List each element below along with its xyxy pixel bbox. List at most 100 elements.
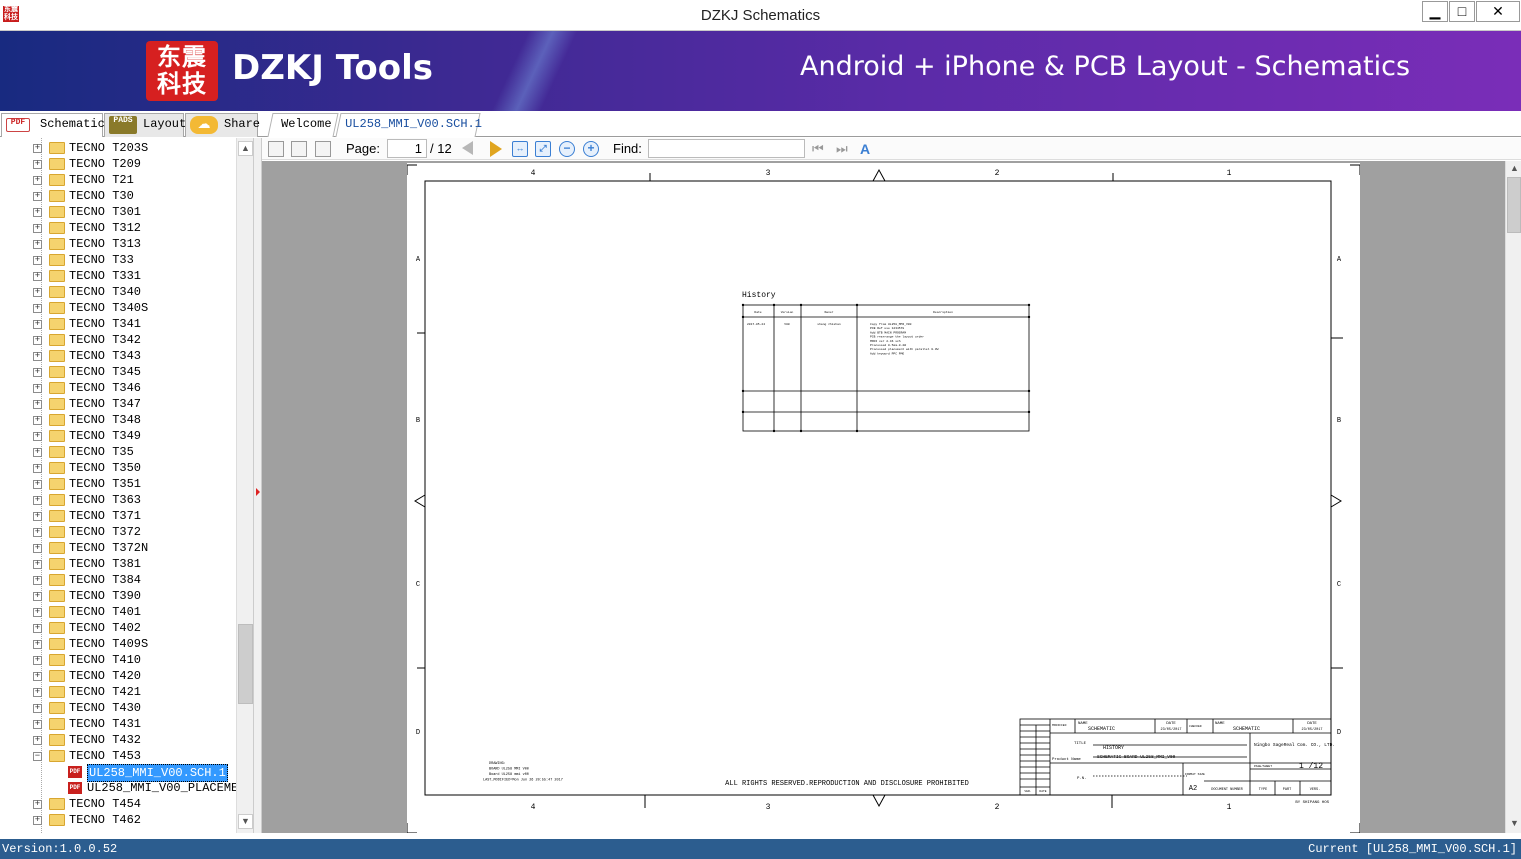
tree-folder-item[interactable]: + TECNO T350 — [0, 460, 236, 476]
expand-icon[interactable]: + — [33, 640, 42, 649]
expand-icon[interactable]: + — [33, 352, 42, 361]
expand-icon[interactable]: + — [33, 720, 42, 729]
tree-folder-item[interactable]: + TECNO T35 — [0, 444, 236, 460]
expand-icon[interactable]: + — [33, 416, 42, 425]
close-button[interactable]: ✕ — [1476, 1, 1520, 22]
tree-folder-item[interactable]: + TECNO T410 — [0, 652, 236, 668]
expand-icon[interactable]: + — [33, 496, 42, 505]
expand-icon[interactable]: + — [33, 560, 42, 569]
tree-folder-item[interactable]: + TECNO T340 — [0, 284, 236, 300]
tree-folder-item[interactable]: + TECNO T209 — [0, 156, 236, 172]
expand-icon[interactable]: + — [33, 384, 42, 393]
expand-icon[interactable]: + — [33, 272, 42, 281]
expand-icon[interactable]: + — [33, 144, 42, 153]
tree-folder-item[interactable]: + TECNO T349 — [0, 428, 236, 444]
viewer-scrollbar[interactable]: ▲ ▼ — [1505, 161, 1521, 833]
expand-icon[interactable]: + — [33, 368, 42, 377]
tree-folder-item[interactable]: + TECNO T30 — [0, 188, 236, 204]
tree-scrollbar[interactable]: ▲ ▼ — [236, 138, 253, 833]
tree-folder-item[interactable]: + TECNO T312 — [0, 220, 236, 236]
doc-tab-welcome[interactable]: Welcome — [267, 113, 339, 137]
expand-icon[interactable]: + — [33, 656, 42, 665]
copy-page-icon[interactable] — [291, 141, 307, 157]
viewer-scroll-thumb[interactable] — [1507, 177, 1521, 233]
tree-folder-item[interactable]: + TECNO T431 — [0, 716, 236, 732]
tree-folder-item[interactable]: + TECNO T301 — [0, 204, 236, 220]
page-input[interactable]: 1 — [387, 139, 427, 158]
tree-folder-item[interactable]: + TECNO T430 — [0, 700, 236, 716]
tree-folder-item[interactable]: + TECNO T346 — [0, 380, 236, 396]
tree-file-item[interactable]: PDF UL258_MMI_V00.SCH.1 — [0, 764, 236, 782]
tree-folder-item[interactable]: + TECNO T203S — [0, 140, 236, 156]
tree-folder-item[interactable]: + TECNO T390 — [0, 588, 236, 604]
tree-folder-item[interactable]: + TECNO T372N — [0, 540, 236, 556]
copy-icon[interactable] — [268, 141, 284, 157]
tree-folder-item[interactable]: + TECNO T381 — [0, 556, 236, 572]
tree-folder-item[interactable]: + TECNO T331 — [0, 268, 236, 284]
expand-icon[interactable]: + — [33, 608, 42, 617]
tree-folder-item[interactable]: + TECNO T409S — [0, 636, 236, 652]
expand-icon[interactable]: + — [33, 240, 42, 249]
expand-icon[interactable]: + — [33, 336, 42, 345]
tree-folder-item[interactable]: + TECNO T363 — [0, 492, 236, 508]
expand-icon[interactable]: + — [33, 160, 42, 169]
tree-folder-item[interactable]: + TECNO T421 — [0, 684, 236, 700]
expand-icon[interactable]: + — [33, 464, 42, 473]
expand-icon[interactable]: + — [33, 576, 42, 585]
find-input[interactable] — [648, 139, 805, 158]
tree-folder-item[interactable]: + TECNO T401 — [0, 604, 236, 620]
expand-icon[interactable]: + — [33, 512, 42, 521]
collapse-arrow-icon[interactable] — [256, 488, 260, 496]
tree-scroll-thumb[interactable] — [238, 624, 253, 704]
maximize-button[interactable]: □ — [1449, 1, 1475, 22]
expand-icon[interactable]: + — [33, 480, 42, 489]
expand-icon[interactable]: + — [33, 736, 42, 745]
expand-icon[interactable]: + — [33, 208, 42, 217]
prev-page-icon[interactable] — [462, 141, 473, 155]
expand-icon[interactable]: + — [33, 688, 42, 697]
copy-all-icon[interactable] — [315, 141, 331, 157]
document-viewer[interactable]: 4 3 2 1 4 3 2 1 A B C D A B C D History — [262, 161, 1505, 833]
tree-folder-item[interactable]: + TECNO T372 — [0, 524, 236, 540]
expand-icon[interactable]: + — [33, 176, 42, 185]
tree-scroll-down-icon[interactable]: ▼ — [238, 814, 253, 829]
expand-icon[interactable]: + — [33, 816, 42, 825]
tree-folder-item[interactable]: + TECNO T432 — [0, 732, 236, 748]
tree-folder-item[interactable]: + TECNO T343 — [0, 348, 236, 364]
tree-folder-item[interactable]: + TECNO T347 — [0, 396, 236, 412]
expand-icon[interactable]: + — [33, 224, 42, 233]
tab-share[interactable]: ☁ Share — [185, 113, 260, 137]
tree-folder-item[interactable]: + TECNO T340S — [0, 300, 236, 316]
tree-folder-item[interactable]: − TECNO T453 — [0, 748, 236, 764]
tree-file-item[interactable]: PDF UL258_MMI_V00_PLACEMENT — [0, 780, 236, 796]
find-first-icon[interactable]: ⏮ — [812, 141, 828, 157]
expand-icon[interactable]: + — [33, 256, 42, 265]
expand-icon[interactable]: + — [33, 592, 42, 601]
tree-folder-item[interactable]: + TECNO T454 — [0, 796, 236, 812]
zoom-out-icon[interactable]: − — [559, 141, 575, 157]
tree-folder-item[interactable]: + TECNO T384 — [0, 572, 236, 588]
tree-folder-item[interactable]: + TECNO T371 — [0, 508, 236, 524]
expand-icon[interactable]: + — [33, 528, 42, 537]
collapse-icon[interactable]: − — [33, 752, 42, 761]
match-case-icon[interactable]: A — [860, 141, 876, 157]
expand-icon[interactable]: + — [33, 624, 42, 633]
tree-folder-item[interactable]: + TECNO T402 — [0, 620, 236, 636]
expand-icon[interactable]: + — [33, 800, 42, 809]
expand-icon[interactable]: + — [33, 192, 42, 201]
tree-folder-item[interactable]: + TECNO T351 — [0, 476, 236, 492]
viewer-scroll-down-icon[interactable]: ▼ — [1507, 817, 1521, 832]
doc-tab-active[interactable]: UL258_MMI_V00.SCH.1× — [335, 113, 482, 152]
expand-icon[interactable]: + — [33, 448, 42, 457]
find-next-icon[interactable]: ⏭ — [836, 141, 852, 157]
tab-schematic[interactable]: PDF Schematic — [1, 113, 105, 137]
viewer-scroll-up-icon[interactable]: ▲ — [1507, 162, 1521, 177]
next-page-icon[interactable] — [490, 141, 502, 157]
zoom-in-icon[interactable]: + — [583, 141, 599, 157]
expand-icon[interactable]: + — [33, 432, 42, 441]
expand-icon[interactable]: + — [33, 304, 42, 313]
tree-scroll-up-icon[interactable]: ▲ — [238, 141, 253, 156]
panel-splitter[interactable] — [253, 138, 262, 833]
expand-icon[interactable]: + — [33, 544, 42, 553]
tree-folder-item[interactable]: + TECNO T21 — [0, 172, 236, 188]
